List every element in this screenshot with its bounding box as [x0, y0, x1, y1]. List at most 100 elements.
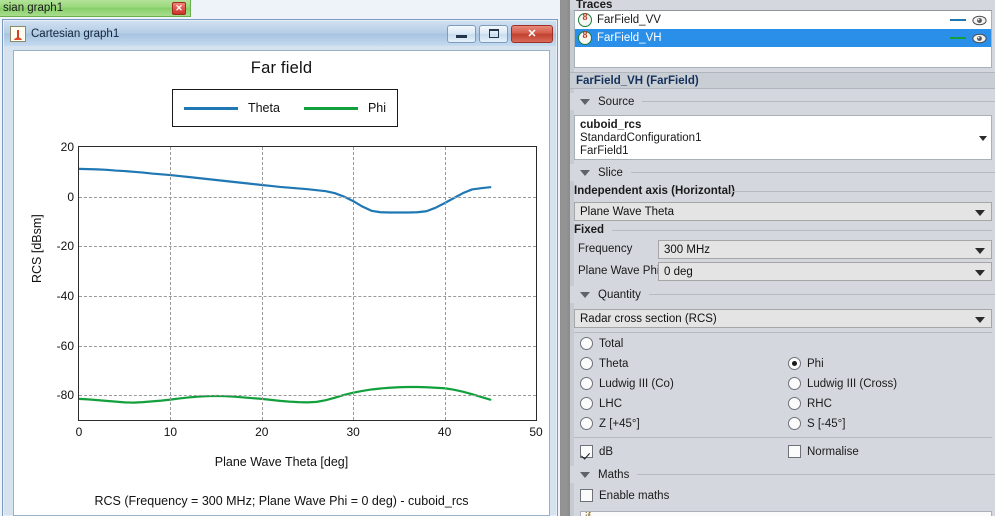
checkbox-icon [580, 445, 593, 458]
quantity-combo[interactable]: Radar cross section (RCS) [574, 309, 992, 328]
document-tab-strip: sian graph1 ✕ [0, 0, 570, 17]
source-configuration: StandardConfiguration1 [580, 132, 702, 144]
maths-expression-input[interactable]: if [580, 511, 992, 516]
source-farfield: FarField1 [580, 145, 629, 157]
y-axis-tick: 20 [60, 140, 74, 154]
quantity-divider-2 [574, 437, 992, 438]
plot-area: 20 0 -20 -40 -60 -80 0 10 20 30 40 50 [57, 140, 543, 439]
radio-circle-icon [580, 377, 593, 390]
chart-legend: Theta Phi [172, 89, 398, 127]
chart-icon [10, 25, 26, 42]
trace-detail-title: FarField_VH (FarField) [570, 72, 995, 89]
document-tab-close-icon[interactable]: ✕ [172, 2, 186, 15]
plot-lines [79, 167, 492, 404]
panel-splitter[interactable] [560, 0, 570, 516]
radio-circle-icon [788, 417, 801, 430]
trace-row-farfield-vh[interactable]: FarField_VH [575, 29, 991, 47]
x-axis-tick: 0 [75, 425, 83, 439]
section-label: Maths [598, 468, 630, 481]
radio-label: Z [+45°] [599, 417, 640, 430]
close-button[interactable]: ✕ [511, 24, 553, 43]
plane-wave-phi-label: Plane Wave Phi [578, 265, 660, 277]
gridline-vertical [261, 147, 263, 420]
graph-window-titlebar[interactable]: Cartesian graph1 ✕ [4, 21, 556, 46]
fixed-group-label: Fixed [574, 224, 609, 236]
section-header-maths[interactable]: Maths [570, 466, 995, 483]
section-header-source[interactable]: Source [570, 93, 995, 110]
gridline-vertical [353, 147, 355, 420]
group-rule [730, 191, 992, 192]
chevron-down-icon [580, 169, 590, 176]
traces-list[interactable]: FarField_VV FarField_VH [574, 10, 992, 68]
maths-expression-text: if [585, 512, 591, 516]
radio-rhc[interactable]: RHC [788, 397, 832, 410]
radio-s-minus45[interactable]: S [-45°] [788, 417, 845, 430]
radio-label: Total [599, 337, 624, 350]
legend-swatch-phi [303, 106, 358, 110]
trace-color-swatch [950, 37, 966, 39]
quantity-value: Radar cross section (RCS) [580, 312, 717, 325]
x-axis-tick: 20 [255, 425, 269, 439]
frequency-value: 300 MHz [664, 243, 711, 256]
section-rule [648, 294, 995, 295]
radio-phi[interactable]: Phi [788, 357, 824, 370]
quantity-divider [574, 332, 992, 333]
section-header-slice[interactable]: Slice [570, 164, 995, 181]
legend-label-phi: Phi [367, 101, 387, 115]
gridline-horizontal [79, 196, 536, 198]
y-axis-tick: -40 [56, 288, 74, 303]
checkbox-normalise[interactable]: Normalise [788, 445, 859, 458]
legend-entry-theta: Theta [183, 101, 280, 115]
graph-document-area: sian graph1 ✕ Cartesian graph1 ✕ Far fie… [0, 0, 570, 516]
series-line-theta [79, 167, 492, 214]
source-info-box[interactable]: cuboid_rcs StandardConfiguration1 FarFie… [574, 115, 992, 160]
radio-label: S [-45°] [807, 417, 846, 430]
chart-canvas[interactable]: Far field Theta Phi 20 0 -20 -40 -60 -80 0 10 20… [13, 50, 550, 516]
eye-icon[interactable] [972, 33, 987, 44]
document-tab-cartesian-graph[interactable]: sian graph1 ✕ [0, 0, 191, 17]
eye-icon[interactable] [972, 15, 987, 26]
minimize-button[interactable] [447, 24, 476, 43]
gridline-horizontal [79, 395, 536, 397]
y-axis-tick: -80 [56, 388, 74, 403]
gridline-horizontal [79, 295, 536, 297]
y-axis-tick: -20 [56, 239, 74, 254]
chart-caption: RCS (Frequency = 300 MHz; Plane Wave Phi… [94, 494, 469, 508]
plane-wave-phi-value: 0 deg [664, 265, 693, 278]
frequency-combo[interactable]: 300 MHz [658, 240, 992, 259]
checkbox-enable-maths[interactable]: Enable maths [580, 489, 669, 502]
radio-z-plus45[interactable]: Z [+45°] [580, 417, 640, 430]
radio-lhc[interactable]: LHC [580, 397, 622, 410]
x-axis-tick: 10 [163, 425, 178, 439]
trace-label: FarField_VV [597, 14, 661, 26]
maximize-button[interactable] [479, 24, 508, 43]
radio-circle-icon [788, 357, 801, 370]
legend-swatch-theta [183, 106, 238, 110]
radio-label: Phi [807, 357, 824, 370]
chevron-down-icon [580, 98, 590, 105]
gridline-horizontal [79, 246, 536, 248]
radio-ludwig-cross[interactable]: Ludwig III (Cross) [788, 377, 897, 390]
x-axis-tick: 50 [529, 425, 543, 439]
independent-axis-combo[interactable]: Plane Wave Theta [574, 202, 992, 221]
traces-section-title: Traces [570, 0, 995, 10]
radio-ludwig-co[interactable]: Ludwig III (Co) [580, 377, 674, 390]
checkbox-label: Normalise [807, 445, 859, 458]
section-label: Slice [598, 166, 623, 179]
plane-wave-phi-combo[interactable]: 0 deg [658, 262, 992, 281]
radio-theta[interactable]: Theta [580, 357, 628, 370]
checkbox-db[interactable]: dB [580, 445, 613, 458]
chart-title: Far field [250, 59, 313, 77]
trace-row-farfield-vv[interactable]: FarField_VV [575, 11, 991, 29]
chevron-down-icon [975, 316, 985, 323]
section-header-quantity[interactable]: Quantity [570, 286, 995, 303]
radio-label: RHC [807, 397, 832, 410]
x-axis-tick: 30 [346, 425, 360, 439]
radio-total[interactable]: Total [580, 337, 623, 350]
trace-label: FarField_VH [597, 32, 662, 44]
x-axis-label: Plane Wave Theta [deg] [214, 455, 349, 469]
gridline-vertical [170, 147, 172, 420]
graph-window-title: Cartesian graph1 [31, 27, 120, 40]
source-dropdown-arrow[interactable] [976, 130, 990, 146]
y-axis-tick: 0 [67, 189, 74, 204]
